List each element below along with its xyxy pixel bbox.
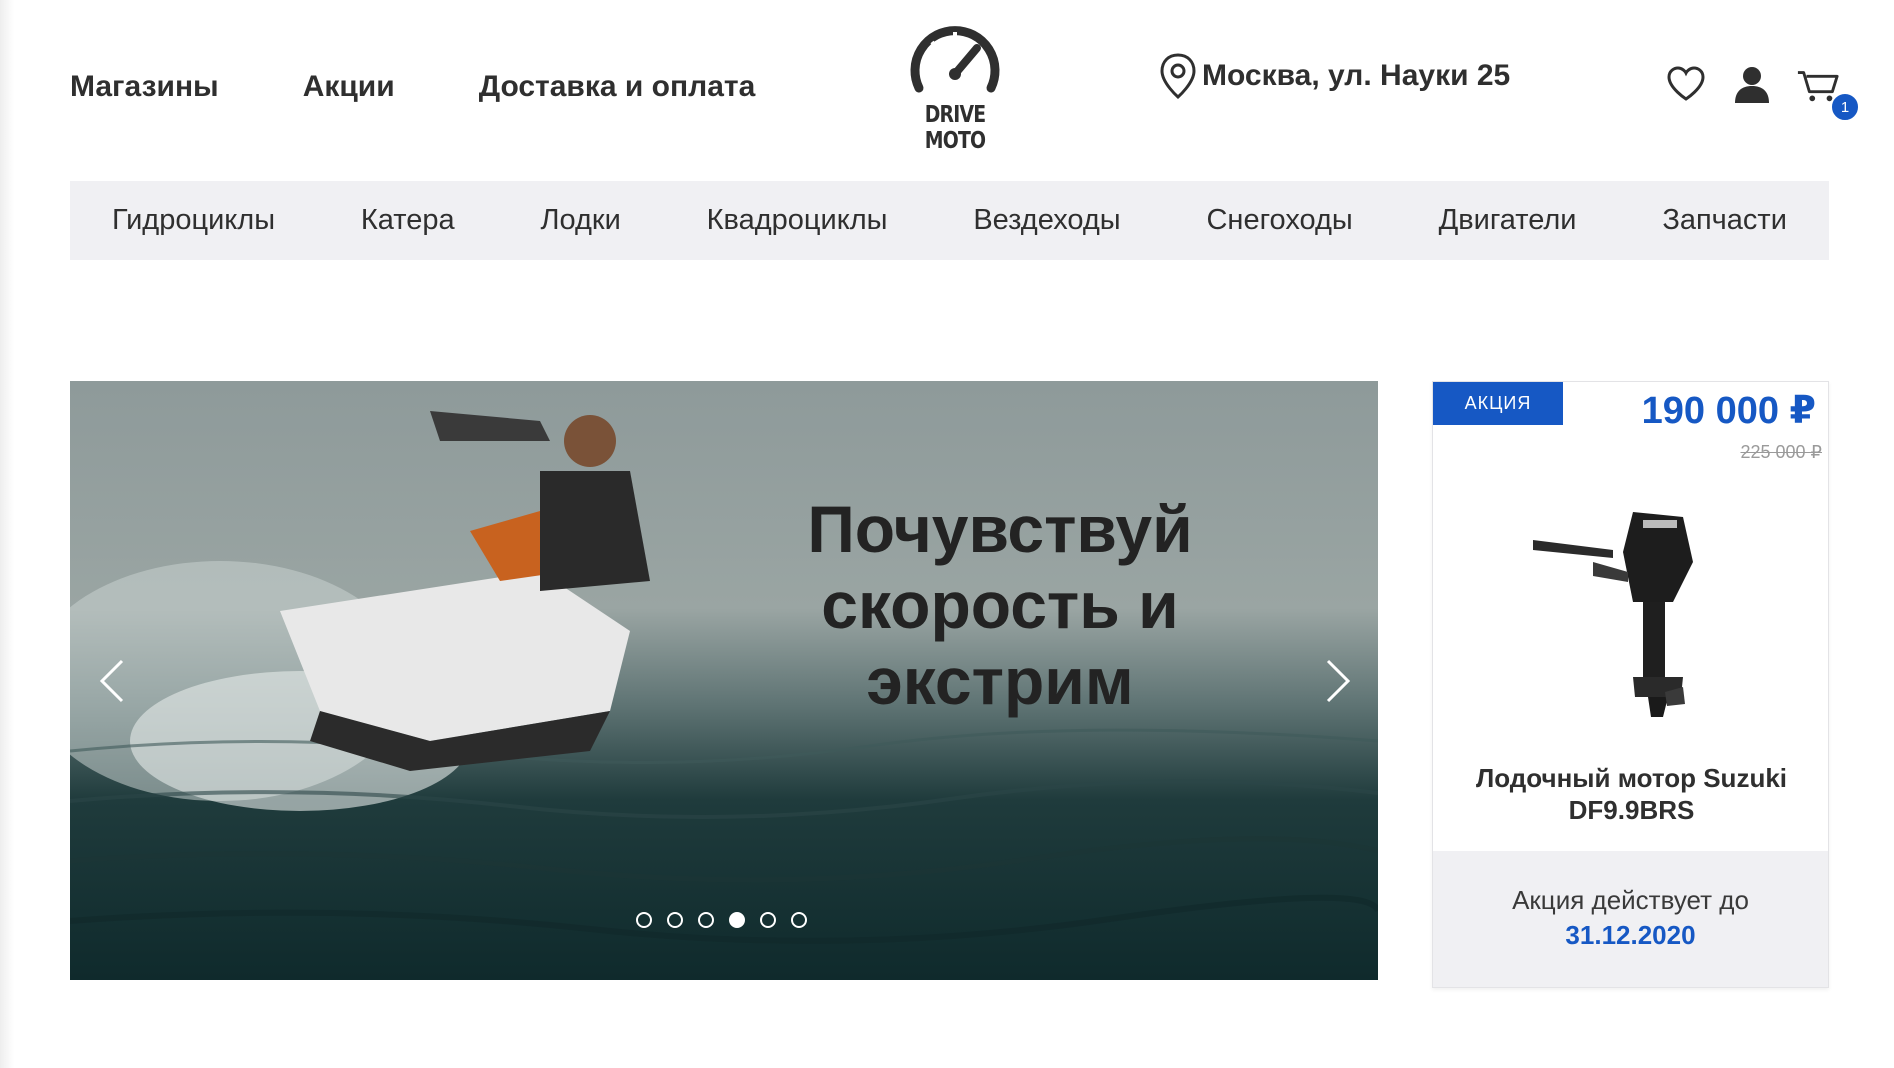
hero-title-line-2: скорость и xyxy=(821,568,1179,642)
outboard-motor-image xyxy=(1533,512,1693,717)
promo-valid-label: Акция действует до xyxy=(1512,885,1749,915)
promo-footer: Акция действует до 31.12.2020 xyxy=(1433,851,1828,987)
category-parts[interactable]: Запчасти xyxy=(1662,204,1787,237)
chevron-right-icon xyxy=(1326,659,1351,703)
slider-dot-4[interactable] xyxy=(729,912,745,928)
category-snowmobiles[interactable]: Снегоходы xyxy=(1206,204,1352,237)
slider-dot-2[interactable] xyxy=(667,912,683,928)
slider-dot-5[interactable] xyxy=(760,912,776,928)
category-atvs[interactable]: Квадроциклы xyxy=(707,204,888,237)
promo-product-name[interactable]: Лодочный мотор Suzuki DF9.9BRS xyxy=(1433,762,1830,826)
cart-button[interactable]: 1 xyxy=(1796,62,1860,122)
location-pin-icon xyxy=(1160,53,1196,99)
account-button[interactable] xyxy=(1730,62,1774,106)
slider-dot-1[interactable] xyxy=(636,912,652,928)
nav-promotions-link[interactable]: Акции xyxy=(303,70,395,104)
heart-icon xyxy=(1667,66,1705,101)
category-engines[interactable]: Двигатели xyxy=(1439,204,1577,237)
speedometer-icon xyxy=(910,26,1000,93)
nav-stores-link[interactable]: Магазины xyxy=(70,70,219,104)
cart-count-badge: 1 xyxy=(1830,92,1860,122)
slider-pagination xyxy=(636,912,807,928)
user-icon xyxy=(1735,67,1769,103)
site-header: Магазины Акции Доставка и оплата DRIVE M… xyxy=(0,0,1894,175)
category-all-terrain[interactable]: Вездеходы xyxy=(973,204,1120,237)
slider-dot-3[interactable] xyxy=(698,912,714,928)
hero-title-line-1: Почувствуй xyxy=(807,492,1193,566)
nav-delivery-link[interactable]: Доставка и оплата xyxy=(479,70,756,104)
chevron-left-icon xyxy=(99,659,124,703)
category-jet-skis[interactable]: Гидроциклы xyxy=(112,204,275,237)
hero-slider[interactable]: Почувствуй скорость и экстрим xyxy=(70,381,1378,980)
favorites-button[interactable] xyxy=(1664,62,1708,106)
slider-next-button[interactable] xyxy=(1318,656,1358,706)
store-address[interactable]: Москва, ул. Науки 25 xyxy=(1158,52,1510,100)
slider-dot-6[interactable] xyxy=(791,912,807,928)
hero-title: Почувствуй скорость и экстрим xyxy=(700,491,1300,719)
top-nav: Магазины Акции Доставка и оплата xyxy=(70,70,755,104)
promo-badge: АКЦИЯ xyxy=(1433,382,1563,425)
logo-text: DRIVE MOTO xyxy=(924,102,986,154)
hero-title-line-3: экстрим xyxy=(866,644,1134,718)
promo-valid-date: 31.12.2020 xyxy=(1565,920,1696,950)
promo-card[interactable]: АКЦИЯ 190 000 ₽ 225 000 ₽ Лодочный мотор… xyxy=(1432,381,1829,988)
category-boats-motor[interactable]: Катера xyxy=(361,204,455,237)
header-actions: 1 xyxy=(1664,62,1860,122)
category-boats[interactable]: Лодки xyxy=(540,204,620,237)
slider-prev-button[interactable] xyxy=(92,656,132,706)
promo-price: 190 000 ₽ xyxy=(1641,390,1816,432)
site-logo[interactable]: DRIVE MOTO xyxy=(880,24,1030,154)
address-text: Москва, ул. Науки 25 xyxy=(1202,59,1511,92)
promo-old-price: 225 000 ₽ xyxy=(1740,442,1822,462)
category-bar: Гидроциклы Катера Лодки Квадроциклы Везд… xyxy=(70,181,1829,260)
